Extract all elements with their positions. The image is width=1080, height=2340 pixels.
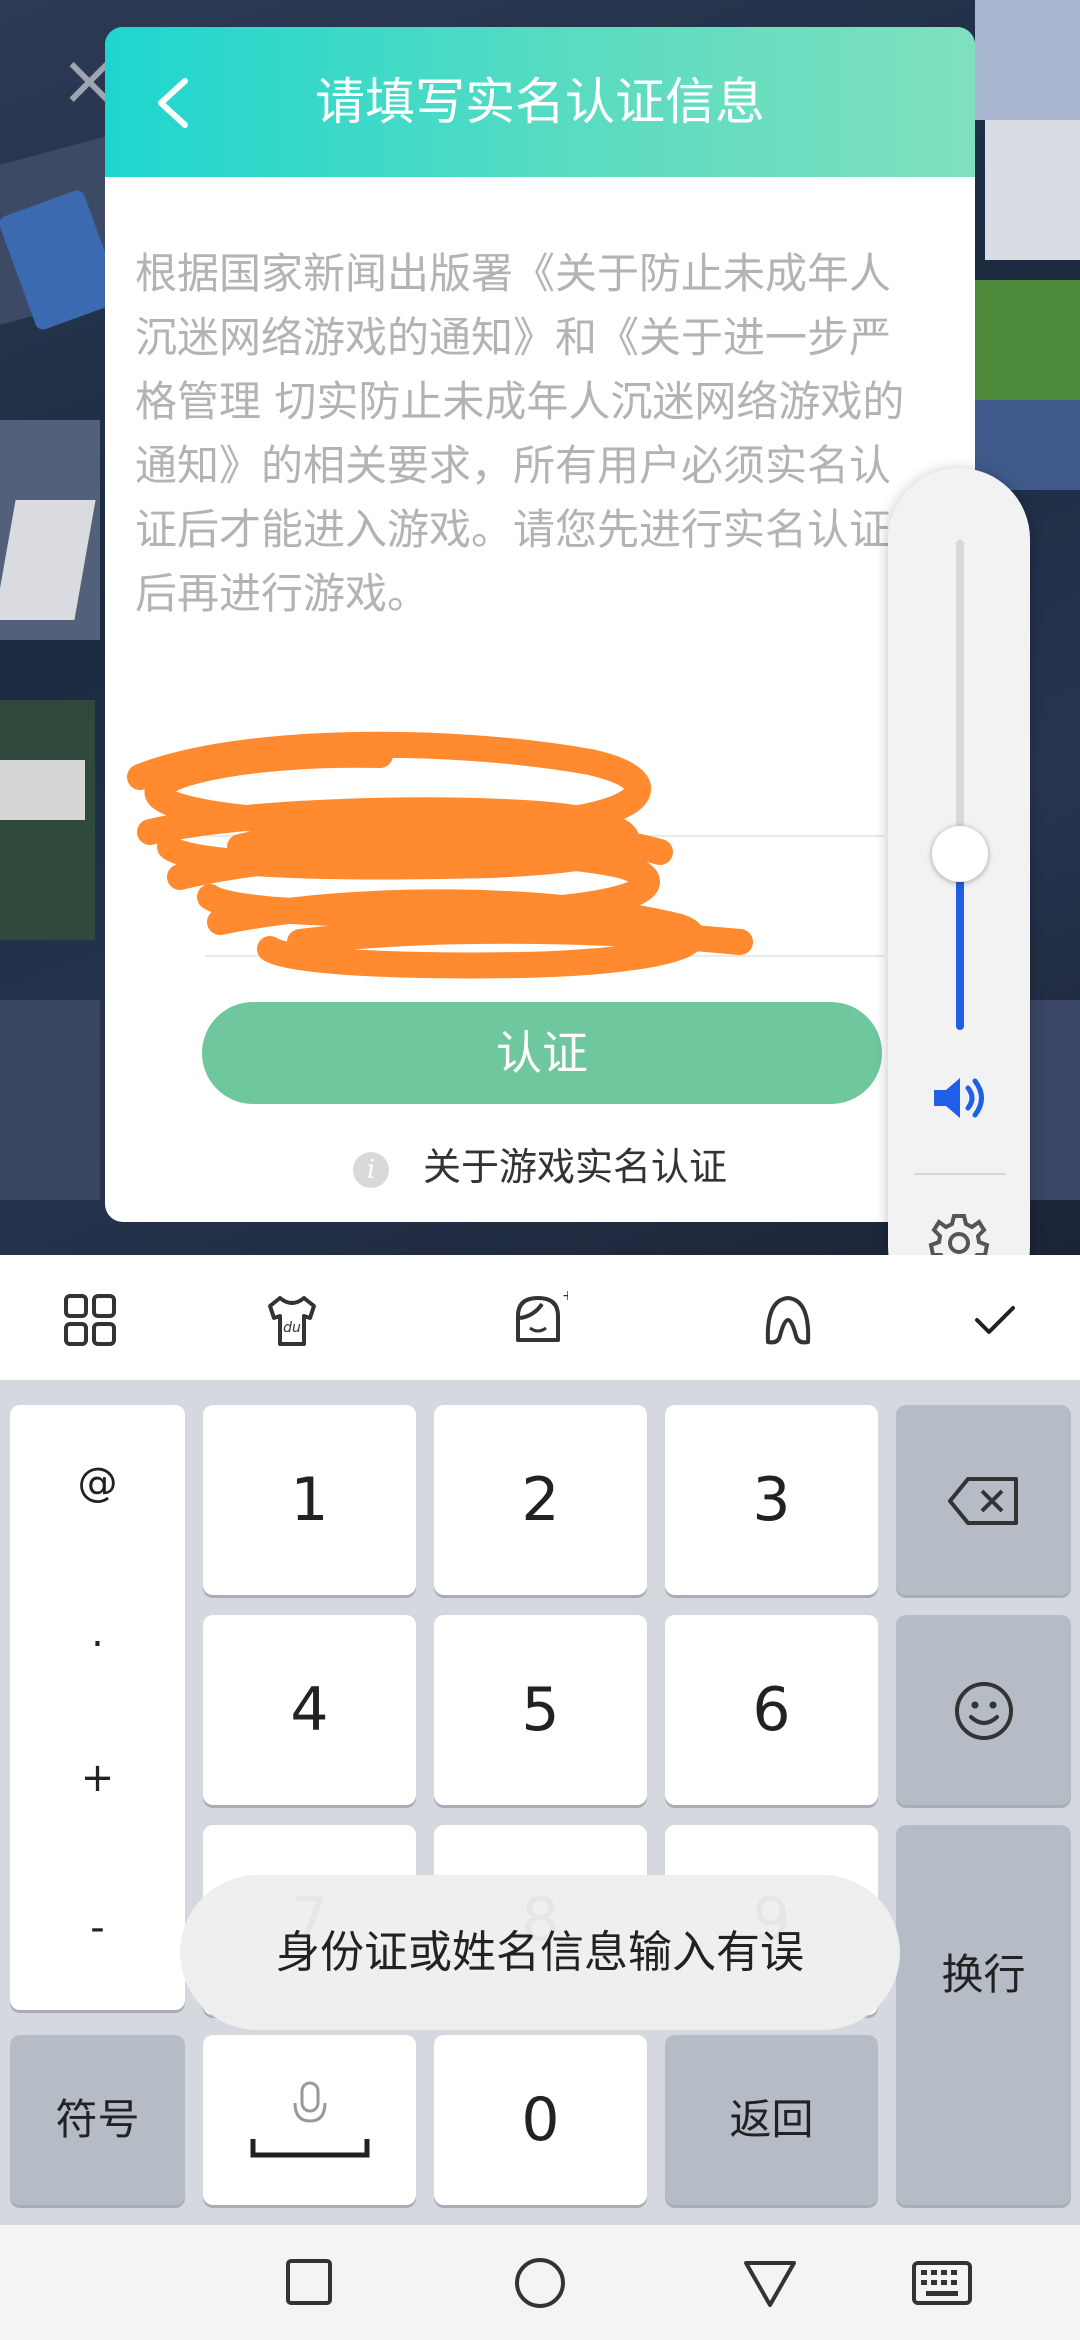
smiley-icon (955, 1682, 1013, 1740)
info-icon: i (352, 1151, 389, 1188)
keyboard-icon[interactable] (912, 2255, 972, 2311)
volume-panel (888, 468, 1030, 1318)
volume-slider[interactable] (956, 540, 964, 1030)
key-3[interactable]: 3 (665, 1405, 878, 1595)
key-1[interactable]: 1 (203, 1405, 416, 1595)
error-toast: 身份证或姓名信息输入有误 (180, 1875, 900, 2030)
numeric-keyboard: @ . + - 1 2 3 4 5 6 7 8 9 符号 0 返回 换行 (0, 1380, 1080, 2225)
svg-text:du: du (283, 1320, 301, 1336)
home-icon[interactable] (510, 2255, 570, 2311)
about-real-name-link[interactable]: i 关于游戏实名认证 (105, 1137, 975, 1197)
key-0[interactable]: 0 (434, 2035, 647, 2205)
system-navigation-bar (0, 2225, 1080, 2340)
backspace-icon (948, 1477, 1018, 1525)
grid-icon[interactable] (60, 1290, 120, 1350)
dialog-header: 请填写实名认证信息 (105, 27, 975, 177)
symbol-key[interactable]: @ (10, 1460, 185, 1506)
keyboard-toolbar: du + (0, 1255, 1080, 1380)
key-5[interactable]: 5 (434, 1615, 647, 1805)
key-2[interactable]: 2 (434, 1405, 647, 1595)
skin-tshirt-icon[interactable]: du (262, 1290, 322, 1350)
svg-text:+: + (562, 1290, 568, 1304)
symbol-key[interactable]: - (10, 1905, 185, 1951)
volume-divider (914, 1173, 1006, 1175)
space-key[interactable] (203, 2035, 416, 2205)
dialog-title: 请填写实名认证信息 (315, 73, 765, 131)
emoji-key[interactable] (896, 1615, 1071, 1805)
redaction-scribble (127, 731, 753, 979)
enter-key[interactable]: 换行 (896, 1825, 1071, 2205)
collapse-check-icon[interactable] (965, 1290, 1025, 1350)
return-key[interactable]: 返回 (665, 2035, 878, 2205)
emoji-face-icon[interactable]: + (508, 1290, 568, 1350)
back-icon[interactable] (740, 2255, 800, 2311)
key-4[interactable]: 4 (203, 1615, 416, 1805)
delete-key[interactable] (896, 1405, 1071, 1595)
symbol-key[interactable]: . (10, 1610, 185, 1656)
real-name-dialog: 请填写实名认证信息 根据国家新闻出版署《关于防止未成年人沉迷网络游戏的通知》和《… (105, 27, 975, 1222)
verify-button[interactable]: 认证 (202, 1002, 882, 1104)
about-link-label: 关于游戏实名认证 (422, 1145, 727, 1189)
symbol-key[interactable]: + (10, 1755, 185, 1801)
symbols-key[interactable]: 符号 (10, 2035, 185, 2205)
speaker-icon[interactable] (928, 1068, 992, 1128)
volume-slider-handle[interactable] (932, 826, 988, 882)
recent-apps-icon[interactable] (278, 2255, 338, 2311)
handwriting-icon[interactable] (758, 1290, 818, 1350)
key-6[interactable]: 6 (665, 1615, 878, 1805)
microphone-space-icon (250, 2081, 370, 2158)
dialog-notice-text: 根据国家新闻出版署《关于防止未成年人沉迷网络游戏的通知》和《关于进一步严格管理 … (135, 249, 905, 618)
back-arrow-icon[interactable] (145, 63, 205, 143)
symbol-column: @ . + - (10, 1405, 185, 2010)
